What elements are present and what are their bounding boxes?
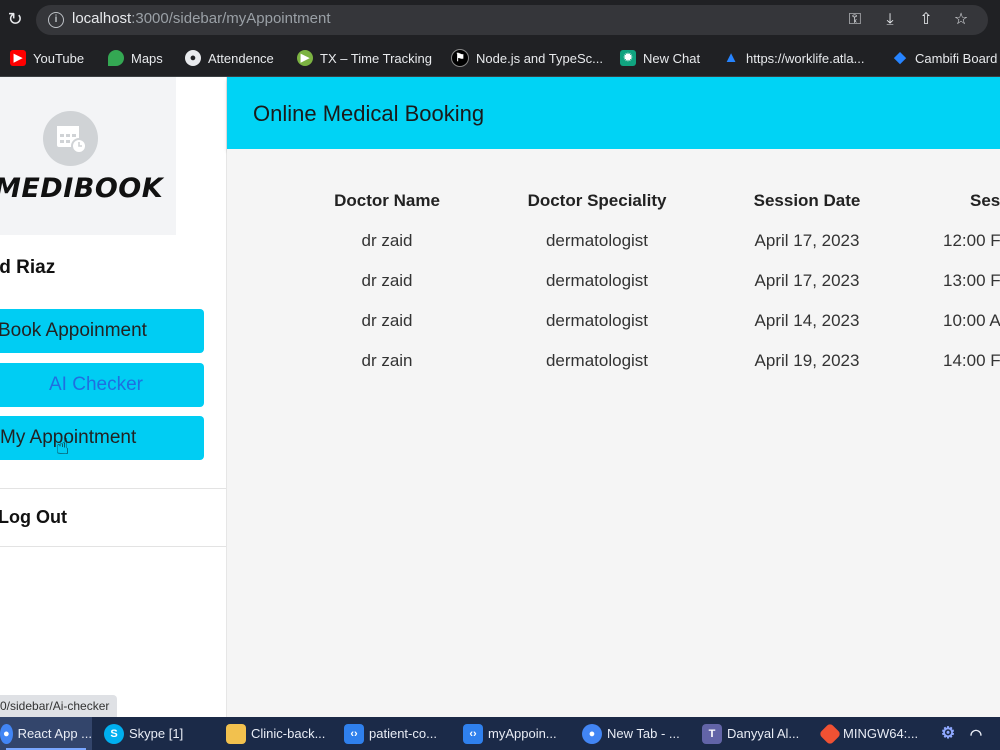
tray-settings-icon[interactable]: ⚙	[938, 717, 963, 750]
sidebar: MEDIBOOK id Riaz Book Appoinment AI Chec…	[0, 77, 227, 717]
book-appointment-button[interactable]: Book Appoinment	[0, 309, 204, 353]
cell-doctor-name: dr zaid	[361, 231, 413, 250]
site-info-icon[interactable]: i	[48, 12, 64, 28]
chrome-icon: ●	[582, 723, 602, 744]
my-appointment-button[interactable]: My Appointment	[0, 416, 204, 460]
ai-checker-button[interactable]: AI Checker	[0, 363, 204, 407]
taskbar-label: Clinic-back...	[251, 726, 326, 741]
cell-speciality: dermatologist	[545, 351, 649, 370]
tray-wifi-icon[interactable]: ◠	[966, 717, 991, 750]
taskbar-item-skype[interactable]: S Skype [1]	[104, 717, 183, 750]
app-header: Online Medical Booking	[227, 77, 1000, 149]
vscode-icon: ‹›	[463, 723, 483, 744]
column-header-session-date: Session Date	[753, 191, 861, 210]
cell-session-date: April 17, 2023	[754, 231, 860, 250]
taskbar-label: myAppoin...	[488, 726, 557, 741]
skype-icon: S	[104, 723, 124, 744]
url-host: localhost	[72, 10, 132, 27]
divider	[0, 546, 226, 547]
youtube-icon: ▶	[10, 50, 26, 66]
bookmark-cambifi[interactable]: ◆ Cambifi Board	[892, 48, 997, 68]
taskbar-item-teams[interactable]: T Danyyal Al...	[702, 717, 799, 750]
taskbar-item-new-tab[interactable]: ● New Tab - ...	[582, 717, 680, 750]
logo-panel: MEDIBOOK	[0, 77, 176, 235]
github-icon: ⚑	[451, 49, 469, 67]
url-text[interactable]: localhost:3000/sidebar/myAppointment	[72, 10, 331, 27]
share-icon[interactable]: ⇧	[916, 9, 936, 29]
bookmark-attendence[interactable]: ● Attendence	[185, 48, 274, 68]
cell-doctor-name: dr zaid	[361, 311, 413, 330]
cell-session-time: 10:00 A	[943, 311, 1000, 330]
status-url-tooltip: 0/sidebar/Ai-checker	[0, 695, 118, 717]
column-header-doctor-speciality: Doctor Speciality	[527, 191, 667, 210]
star-icon[interactable]: ☆	[951, 9, 971, 29]
vscode-icon: ‹›	[344, 723, 364, 744]
bookmark-youtube[interactable]: ▶ YouTube	[10, 48, 84, 68]
cell-session-date: April 19, 2023	[754, 351, 860, 370]
cell-session-date: April 17, 2023	[754, 271, 860, 290]
bookmark-label: Cambifi Board	[915, 50, 998, 66]
cell-session-date: April 14, 2023	[754, 311, 860, 330]
jira-icon: ◆	[894, 49, 906, 66]
git-bash-icon	[818, 722, 842, 745]
divider	[0, 488, 226, 489]
appointments-table: Doctor Name Doctor Speciality Session Da…	[227, 149, 1000, 717]
chatgpt-icon: ✹	[620, 50, 636, 66]
bookmark-label: New Chat	[643, 50, 701, 66]
bookmark-nodejs[interactable]: ⚑ Node.js and TypeSc...	[451, 48, 603, 68]
reload-icon[interactable]: ↻	[4, 9, 26, 31]
taskbar-label: React App ...	[17, 726, 92, 741]
user-name: id Riaz	[0, 257, 56, 278]
logout-button[interactable]: Log Out	[0, 507, 67, 528]
gear-icon: ⚙	[940, 724, 956, 742]
taskbar-item-react-app[interactable]: ● React App ...	[0, 717, 92, 750]
cell-speciality: dermatologist	[545, 271, 649, 290]
taskbar-label: MINGW64:...	[843, 726, 919, 741]
maps-pin-icon	[108, 50, 124, 66]
cell-session-time: 14:00 F	[943, 351, 1000, 370]
folder-icon	[226, 723, 246, 744]
cell-speciality: dermatologist	[545, 231, 649, 250]
atlassian-icon: ▲	[723, 49, 739, 66]
taskbar-item-my-appointment-code[interactable]: ‹› myAppoin...	[463, 717, 557, 750]
bookmark-label: YouTube	[33, 50, 85, 66]
taskbar-item-git-bash[interactable]: MINGW64:...	[818, 717, 919, 750]
taskbar-label: Skype [1]	[129, 726, 184, 741]
taskbar-label: Danyyal Al...	[727, 726, 800, 741]
taskbar-label: New Tab - ...	[607, 726, 680, 741]
windows-taskbar: ● React App ... S Skype [1] Clinic-back...…	[0, 717, 1000, 750]
bookmarks-bar: ▶ YouTube Maps ● Attendence ▶ TX – Time Tra…	[0, 40, 1000, 77]
taskbar-label: patient-co...	[369, 726, 437, 741]
install-app-icon[interactable]: ⤓	[880, 9, 900, 29]
bookmark-time-tracking[interactable]: ▶ TX – Time Tracking	[297, 48, 432, 68]
bookmark-label: https://worklife.atla...	[746, 50, 865, 66]
cell-speciality: dermatologist	[545, 311, 649, 330]
taskbar-item-clinic-backend[interactable]: Clinic-back...	[226, 717, 325, 750]
logo-text: MEDIBOOK	[0, 173, 164, 204]
bookmark-new-chat[interactable]: ✹ New Chat	[620, 48, 700, 68]
bookmark-label: TX – Time Tracking	[320, 50, 432, 66]
bookmark-worklife[interactable]: ▲ https://worklife.atla...	[723, 48, 865, 68]
bookmark-maps[interactable]: Maps	[108, 48, 163, 68]
globe-icon: ●	[185, 50, 201, 66]
taskbar-item-patient-code[interactable]: ‹› patient-co...	[344, 717, 437, 750]
cell-doctor-name: dr zaid	[361, 271, 413, 290]
bookmark-label: Maps	[131, 50, 163, 66]
chrome-icon: ●	[0, 723, 13, 744]
bookmark-label: Attendence	[208, 50, 274, 66]
play-circle-icon: ▶	[297, 50, 313, 66]
column-header-doctor-name: Doctor Name	[334, 191, 440, 210]
cell-doctor-name: dr zain	[361, 351, 413, 370]
hand-cursor-icon: ☝	[56, 435, 70, 460]
page-title: Online Medical Booking	[253, 101, 485, 126]
bookmark-label: Node.js and TypeSc...	[476, 50, 603, 66]
cell-session-time: 12:00 F	[943, 231, 1000, 250]
teams-icon: T	[702, 723, 722, 744]
column-header-session-time: Ses	[970, 191, 1000, 210]
calendar-clock-icon	[43, 111, 98, 166]
wifi-icon: ◠	[969, 725, 983, 742]
url-path: :3000/sidebar/myAppointment	[131, 10, 331, 27]
cell-session-time: 13:00 F	[943, 271, 1000, 290]
key-icon[interactable]: ⚿	[845, 9, 865, 29]
